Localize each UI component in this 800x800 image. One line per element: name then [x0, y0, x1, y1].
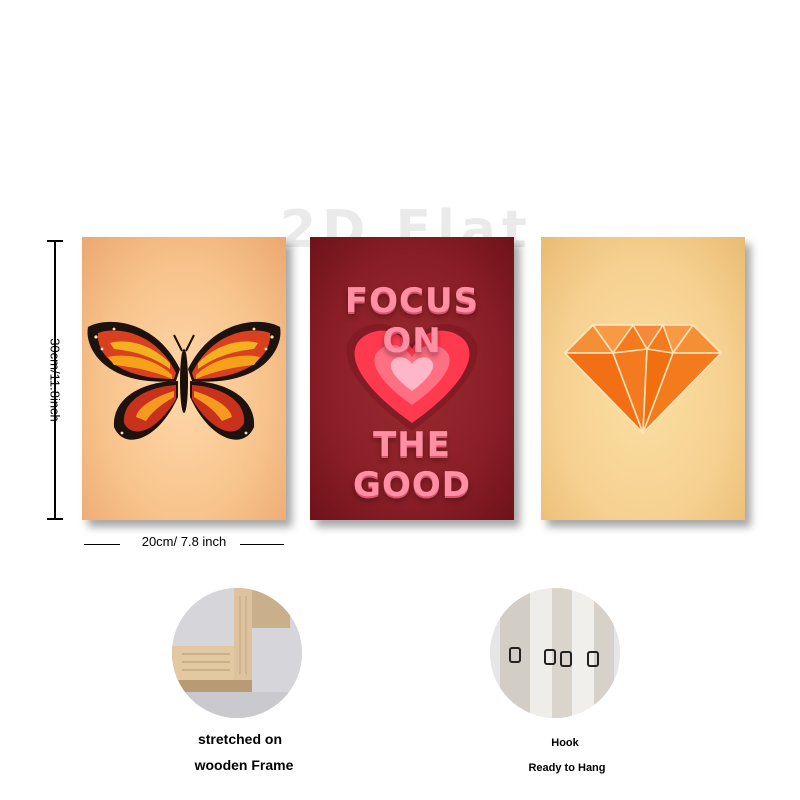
- poster-headline-top: FOCUS ON: [344, 281, 480, 361]
- wooden-frame-photo: [172, 588, 302, 718]
- height-dimension-cap-bottom: [47, 518, 63, 520]
- frame-caption-line1: stretched on: [197, 731, 282, 747]
- height-dimension-cap-top: [47, 240, 63, 242]
- poster-headline-bottom: THE GOOD: [353, 425, 471, 505]
- frame-caption-line2: wooden Frame: [194, 757, 294, 773]
- height-dimension-label: 30cm/11.8inch: [47, 338, 63, 422]
- diamond-icon: [564, 324, 722, 434]
- hook-caption-line1: Hook: [551, 737, 579, 749]
- poster-diamond: [541, 237, 745, 520]
- width-dimension-line-right: [240, 544, 284, 545]
- poster-butterfly: [82, 237, 286, 520]
- poster-focus-on-the-good: FOCUS ON THE GOOD: [310, 237, 514, 520]
- hook-photo: [490, 588, 620, 718]
- hook-caption-line2: Ready to Hang: [528, 762, 606, 774]
- butterfly-icon: [87, 321, 281, 440]
- width-dimension-label: 20cm/ 7.8 inch: [141, 534, 227, 549]
